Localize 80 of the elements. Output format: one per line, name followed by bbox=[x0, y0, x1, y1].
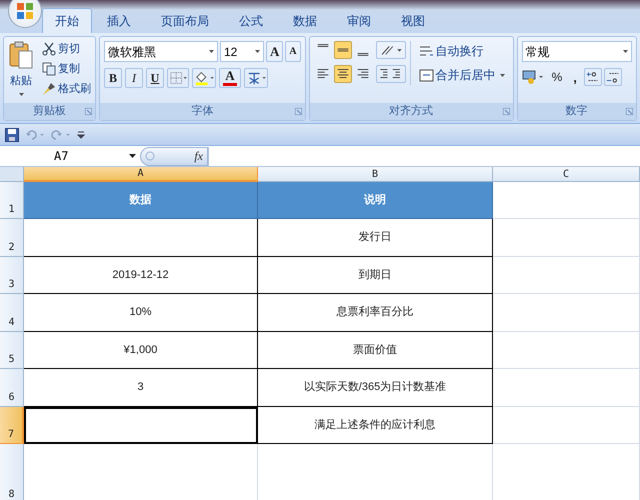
insert-function-button[interactable]: fx bbox=[194, 147, 203, 165]
ribbon-tab[interactable]: 插入 bbox=[92, 8, 146, 33]
dropdown-arrow-icon[interactable] bbox=[18, 92, 24, 96]
dropdown-arrow-icon[interactable] bbox=[255, 50, 260, 53]
merge-center-button[interactable]: 合并后居中 bbox=[414, 65, 509, 85]
row-header[interactable]: 4 bbox=[0, 294, 24, 332]
name-box[interactable]: A7 bbox=[0, 146, 140, 166]
customize-toolbar-icon[interactable] bbox=[77, 130, 85, 138]
borders-icon[interactable] bbox=[167, 68, 189, 88]
merge-icon[interactable] bbox=[418, 68, 434, 82]
row-header[interactable]: 7 bbox=[0, 407, 24, 444]
ribbon-tab[interactable]: 审阅 bbox=[332, 8, 386, 33]
table-cell: 数据 bbox=[24, 182, 258, 219]
increase-decimal-icon[interactable] bbox=[584, 68, 602, 86]
table-cell: ¥1,000 bbox=[24, 332, 258, 369]
number-format-dropdown[interactable]: 常规 bbox=[522, 41, 632, 62]
table-cell: 3 bbox=[24, 369, 258, 407]
grow-font-button[interactable]: A bbox=[266, 41, 284, 62]
italic-button[interactable]: I bbox=[125, 68, 143, 88]
row-header[interactable]: 6 bbox=[0, 369, 24, 407]
ribbon-tab[interactable]: 数据 bbox=[278, 8, 332, 33]
decrease-decimal-icon[interactable] bbox=[604, 68, 622, 86]
ribbon-tab[interactable]: 视图 bbox=[386, 8, 440, 33]
font-size-dropdown[interactable]: 12 bbox=[220, 41, 264, 62]
table-cell: 说明 bbox=[258, 182, 493, 219]
wrap-text-button[interactable]: 自动换行 bbox=[414, 41, 509, 61]
font-color-button[interactable]: A bbox=[219, 68, 241, 88]
shrink-font-button[interactable]: A bbox=[285, 41, 301, 62]
row-header[interactable]: 1 bbox=[0, 182, 24, 219]
table-cell: 票面价值 bbox=[258, 332, 493, 369]
paste-button[interactable]: 粘贴 bbox=[4, 37, 38, 103]
currency-icon[interactable] bbox=[522, 68, 546, 86]
column-header[interactable]: A bbox=[24, 167, 258, 182]
table-cell: 息票利率百分比 bbox=[258, 294, 493, 332]
group-label: 数字 bbox=[566, 104, 588, 120]
table-cell: 发行日 bbox=[258, 219, 493, 257]
column-header[interactable]: C bbox=[493, 167, 640, 182]
format-painter-button[interactable]: 格式刷 bbox=[38, 79, 95, 99]
copy-button[interactable]: 复制 bbox=[38, 59, 95, 79]
active-cell[interactable] bbox=[24, 407, 258, 444]
percent-button[interactable]: % bbox=[548, 68, 566, 86]
group-label: 字体 bbox=[191, 104, 214, 120]
row-header[interactable]: 8 bbox=[0, 444, 24, 500]
ribbon-tab[interactable]: 页面布局 bbox=[146, 8, 224, 33]
align-icon[interactable] bbox=[334, 65, 352, 83]
row-header[interactable]: 3 bbox=[0, 257, 24, 294]
wrap-text-icon[interactable] bbox=[418, 44, 434, 58]
table-cell: 以实际天数/365为日计数基准 bbox=[258, 369, 493, 407]
dropdown-arrow-icon[interactable] bbox=[209, 50, 214, 53]
fill-color-icon[interactable] bbox=[192, 68, 216, 88]
copy-icon[interactable] bbox=[42, 62, 56, 76]
cut-button[interactable]: 剪切 bbox=[38, 39, 95, 59]
brush-icon[interactable] bbox=[42, 82, 56, 96]
office-button[interactable] bbox=[8, 0, 42, 28]
column-header[interactable]: B bbox=[258, 167, 493, 182]
dropdown-arrow-icon[interactable] bbox=[129, 154, 136, 158]
logo-icon[interactable] bbox=[17, 3, 33, 19]
row-header[interactable]: 5 bbox=[0, 332, 24, 369]
underline-button[interactable]: U bbox=[146, 68, 164, 88]
save-icon[interactable] bbox=[5, 128, 19, 142]
table-cell: 2019-12-12 bbox=[24, 257, 258, 294]
scissors-icon[interactable] bbox=[42, 42, 56, 56]
clipboard-icon[interactable] bbox=[9, 41, 33, 69]
table-cell: 到期日 bbox=[258, 257, 493, 294]
phonetic-icon[interactable] bbox=[244, 68, 268, 88]
align-icon[interactable] bbox=[334, 41, 352, 59]
group-label: 剪贴板 bbox=[33, 104, 66, 120]
orientation-icon[interactable] bbox=[376, 41, 406, 59]
table-cell: 满足上述条件的应计利息 bbox=[258, 407, 493, 444]
font-name-dropdown[interactable]: 微软雅黑 bbox=[104, 41, 218, 62]
dropdown-arrow-icon[interactable] bbox=[500, 74, 505, 76]
ribbon-tab[interactable]: 公式 bbox=[224, 8, 278, 33]
comma-button[interactable]: , bbox=[568, 68, 582, 86]
dropdown-arrow-icon[interactable] bbox=[622, 50, 628, 53]
bold-button[interactable]: B bbox=[104, 68, 122, 88]
indent-icon[interactable] bbox=[376, 65, 406, 83]
row-header[interactable]: 2 bbox=[0, 219, 24, 257]
table-cell: 10% bbox=[24, 294, 258, 332]
ribbon-tab[interactable]: 开始 bbox=[42, 8, 92, 33]
group-label: 对齐方式 bbox=[389, 104, 434, 120]
